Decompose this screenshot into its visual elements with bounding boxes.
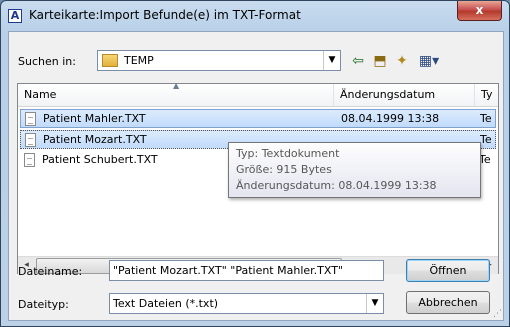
dialog-window: A Karteikarte:Import Befunde(e) im TXT-F… (0, 0, 510, 327)
column-type[interactable]: Ty (475, 84, 498, 106)
tooltip-type: Typ: Textdokument (236, 147, 340, 160)
resize-grip-icon[interactable]: ⋰ (493, 309, 502, 319)
folder-icon (102, 54, 118, 67)
tooltip-size: Größe: 915 Bytes (236, 163, 332, 176)
file-type: Te (480, 133, 492, 146)
list-header: Name ▲ Änderungsdatum Ty (18, 81, 498, 107)
sort-ascending-icon: ▲ (173, 81, 180, 90)
filetype-select[interactable]: Text Dateien (*.txt) ▼ (109, 293, 384, 314)
file-type: Te (480, 112, 492, 125)
lookin-label: Suchen in: (18, 55, 76, 68)
view-menu-icon[interactable]: ▦▾ (416, 52, 442, 70)
window-title: Karteikarte:Import Befunde(e) im TXT-For… (29, 8, 301, 22)
title-bar[interactable]: A Karteikarte:Import Befunde(e) im TXT-F… (1, 1, 509, 31)
new-folder-icon[interactable]: ✦ (393, 52, 411, 70)
lookin-value: TEMP (124, 54, 154, 67)
file-tooltip: Typ: Textdokument Größe: 915 Bytes Änder… (228, 142, 481, 198)
filename-input[interactable]: "Patient Mozart.TXT" "Patient Mahler.TXT… (109, 260, 384, 281)
list-item[interactable]: Patient Mahler.TXT 08.04.1999 13:38 Te (20, 109, 496, 128)
file-name: Patient Schubert.TXT (42, 153, 158, 166)
column-date[interactable]: Änderungsdatum (334, 84, 474, 106)
lookin-combo[interactable]: TEMP ▼ (97, 50, 341, 71)
open-button[interactable]: Öffnen (406, 259, 490, 282)
filetype-label: Dateityp: (18, 298, 69, 311)
filename-label: Dateiname: (18, 265, 83, 278)
cancel-button[interactable]: Abbrechen (406, 291, 490, 314)
text-file-icon (24, 153, 35, 167)
file-name: Patient Mozart.TXT (43, 133, 147, 146)
back-arrow-icon[interactable]: ⇦ (349, 52, 367, 70)
up-folder-icon[interactable]: ⬒ (371, 52, 389, 70)
filetype-value: Text Dateien (*.txt) (113, 297, 219, 310)
chevron-down-icon[interactable]: ▼ (366, 294, 383, 313)
dialog-body: Suchen in: TEMP ▼ ⇦ ⬒ ✦ ▦▾ Name ▲ Änderu… (8, 31, 504, 321)
text-file-icon (25, 133, 36, 147)
text-file-icon (25, 112, 36, 126)
chevron-down-icon[interactable]: ▼ (323, 51, 340, 70)
close-button[interactable]: x (457, 1, 502, 21)
file-date: 08.04.1999 13:38 (341, 112, 440, 125)
file-name: Patient Mahler.TXT (43, 112, 146, 125)
app-icon: A (8, 9, 22, 23)
tooltip-modified: Änderungsdatum: 08.04.1999 13:38 (236, 179, 437, 192)
